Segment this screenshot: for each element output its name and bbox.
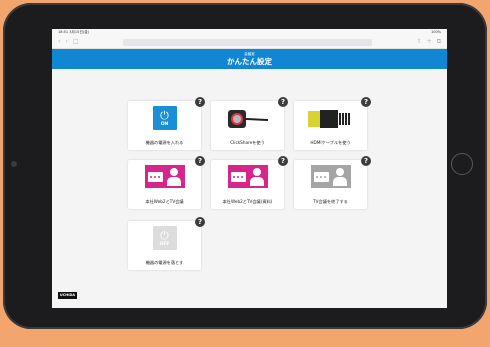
browser-toolbar: ‹ › □ ⇧ + ⧉ <box>52 36 447 49</box>
help-icon[interactable]: ? <box>361 156 371 166</box>
help-icon[interactable]: ? <box>361 97 371 107</box>
settings-grid: ⏻ ON ? 機器の電源を入れる ? ClickShareを使う ? HDMIケ… <box>128 97 371 281</box>
meeting-icon <box>144 165 185 188</box>
help-icon[interactable]: ? <box>195 217 205 227</box>
card-label: TV会議を終了する <box>313 199 348 204</box>
page-subtitle: 会議室 <box>244 52 255 56</box>
card-label: HDMIケーブルを使う <box>310 140 351 145</box>
tablet-frame: 18:51 3月15日(金) 100% ‹ › □ ⇧ + ⧉ 会議室 かんたん… <box>3 3 487 329</box>
new-tab-icon[interactable]: + <box>427 39 432 45</box>
tv-meeting-docs-button[interactable]: ? 本社Web2とTV会議(資料) <box>211 156 288 209</box>
back-icon[interactable]: ‹ <box>58 39 60 45</box>
address-bar[interactable] <box>123 38 372 46</box>
help-icon[interactable]: ? <box>278 156 288 166</box>
clickshare-icon <box>227 110 268 128</box>
card-label: 機器の電源を落とす <box>145 260 184 265</box>
card-label: 本社Web2とTV会議(資料) <box>222 199 273 204</box>
page-title: かんたん設定 <box>227 57 272 66</box>
power-on-button[interactable]: ⏻ ON ? 機器の電源を入れる <box>128 97 205 150</box>
power-off-icon: ⏻ OFF <box>152 226 177 250</box>
home-button[interactable] <box>451 153 473 175</box>
share-icon[interactable]: ⇧ <box>417 39 422 45</box>
brand-logo: UCHIDA <box>58 292 77 299</box>
card-label: 機器の電源を入れる <box>145 140 184 145</box>
status-time: 18:51 3月15日(金) <box>58 30 90 34</box>
card-label: 本社Web2とTV会議 <box>145 199 184 204</box>
tabs-icon[interactable]: ⧉ <box>437 39 441 45</box>
help-icon[interactable]: ? <box>195 156 205 166</box>
bookmarks-icon[interactable]: □ <box>73 39 79 45</box>
forward-icon[interactable]: › <box>65 39 67 45</box>
power-off-button[interactable]: ⏻ OFF ? 機器の電源を落とす <box>128 217 205 270</box>
power-on-icon: ⏻ ON <box>152 106 177 130</box>
status-battery: 100% <box>430 30 441 34</box>
status-bar: 18:51 3月15日(金) 100% <box>52 29 447 36</box>
page-header: 会議室 かんたん設定 <box>52 49 447 69</box>
help-icon[interactable]: ? <box>195 97 205 107</box>
help-icon[interactable]: ? <box>278 97 288 107</box>
hdmi-button[interactable]: ? HDMIケーブルを使う <box>294 97 371 150</box>
camera <box>11 161 17 167</box>
tv-meeting-button[interactable]: ? 本社Web2とTV会議 <box>128 156 205 209</box>
meeting-end-icon <box>310 165 351 188</box>
meeting-icon <box>227 165 268 188</box>
hdmi-icon <box>307 110 350 128</box>
end-meeting-button[interactable]: ? TV会議を終了する <box>294 156 371 209</box>
card-label: ClickShareを使う <box>230 140 265 145</box>
clickshare-button[interactable]: ? ClickShareを使う <box>211 97 288 150</box>
